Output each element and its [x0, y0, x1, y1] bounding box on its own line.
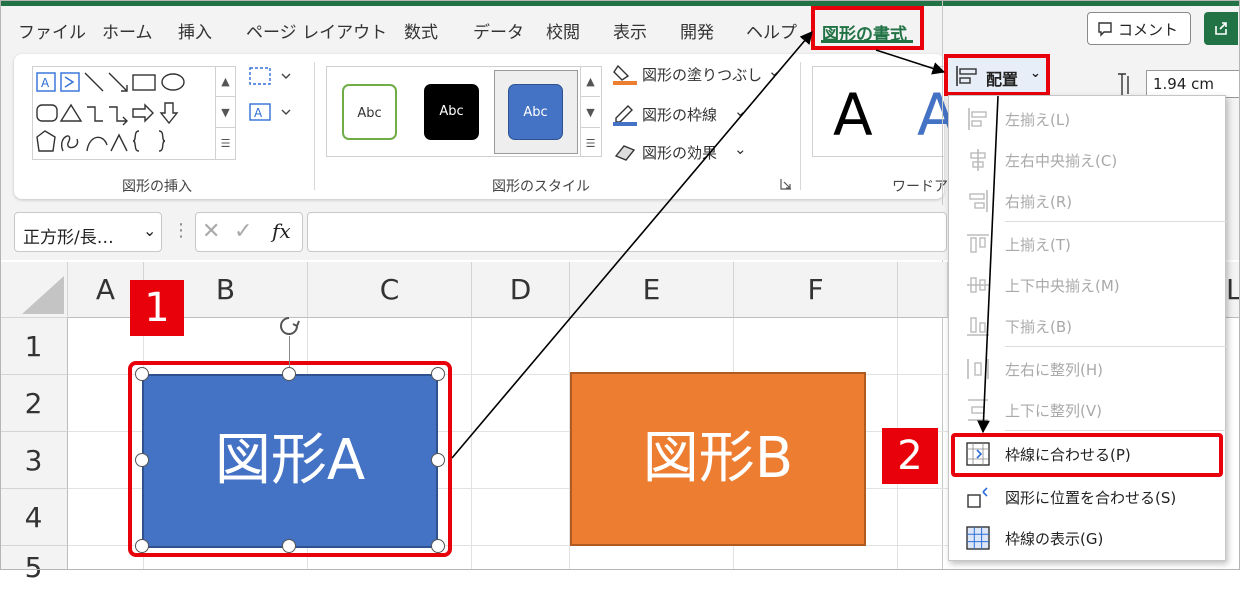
arrow-to-format-tab [451, 31, 813, 459]
annotation-arrows [451, 31, 999, 459]
arrow-to-arrange [875, 49, 946, 75]
arrow-to-snap-grid [977, 95, 999, 434]
